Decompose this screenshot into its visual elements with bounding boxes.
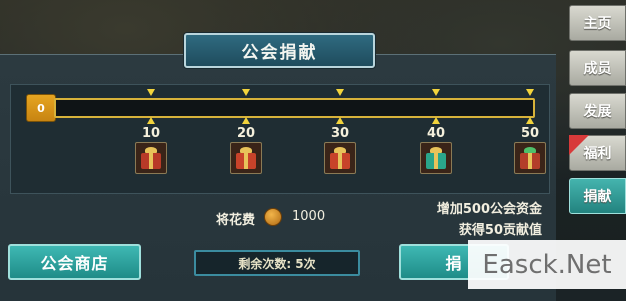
teal-gift-icon[interactable] [420,142,452,174]
progress-current-badge: 0 [26,94,56,122]
side-tab-4[interactable]: 捐献 [569,178,626,214]
guild-shop-button[interactable]: 公会商店 [8,244,141,280]
milestone-value: 20 [236,126,256,141]
remaining-count: 剩余次数: 5次 [194,250,360,276]
cost-value: 1000 [292,209,326,224]
welfare-new-badge [569,135,589,155]
remaining-label: 剩余次数: [238,256,292,271]
milestone-marker-bottom [336,117,344,124]
milestone-marker-bottom [147,117,155,124]
remaining-value: 5次 [295,256,316,271]
side-tab-1[interactable]: 成员 [569,50,626,86]
milestone-marker-bottom [432,117,440,124]
panel-title: 公会捐献 [184,33,375,68]
milestone-marker-top [242,89,250,96]
side-tab-2[interactable]: 发展 [569,93,626,129]
side-tab-0[interactable]: 主页 [569,5,626,41]
green-bow-gift-icon[interactable] [514,142,546,174]
reward-funds: 增加500公会资金 [436,202,542,217]
progress-bar [54,98,535,118]
milestone-marker-bottom [242,117,250,124]
milestone-marker-top [432,89,440,96]
red-gift-icon[interactable] [230,142,262,174]
milestone-marker-top [526,89,534,96]
reward-contribution: 获得50贡献值 [458,223,542,238]
cost-label: 将花费 [216,213,256,228]
watermark: Easck.Net [468,240,626,289]
milestone-value: 30 [330,126,350,141]
milestone-value: 10 [141,126,161,141]
milestone-value: 50 [520,126,540,141]
red-gift-icon[interactable] [324,142,356,174]
milestone-value: 40 [426,126,446,141]
coin-icon [264,208,282,226]
milestone-marker-top [336,89,344,96]
milestone-marker-bottom [526,117,534,124]
milestone-marker-top [147,89,155,96]
red-gift-icon[interactable] [135,142,167,174]
